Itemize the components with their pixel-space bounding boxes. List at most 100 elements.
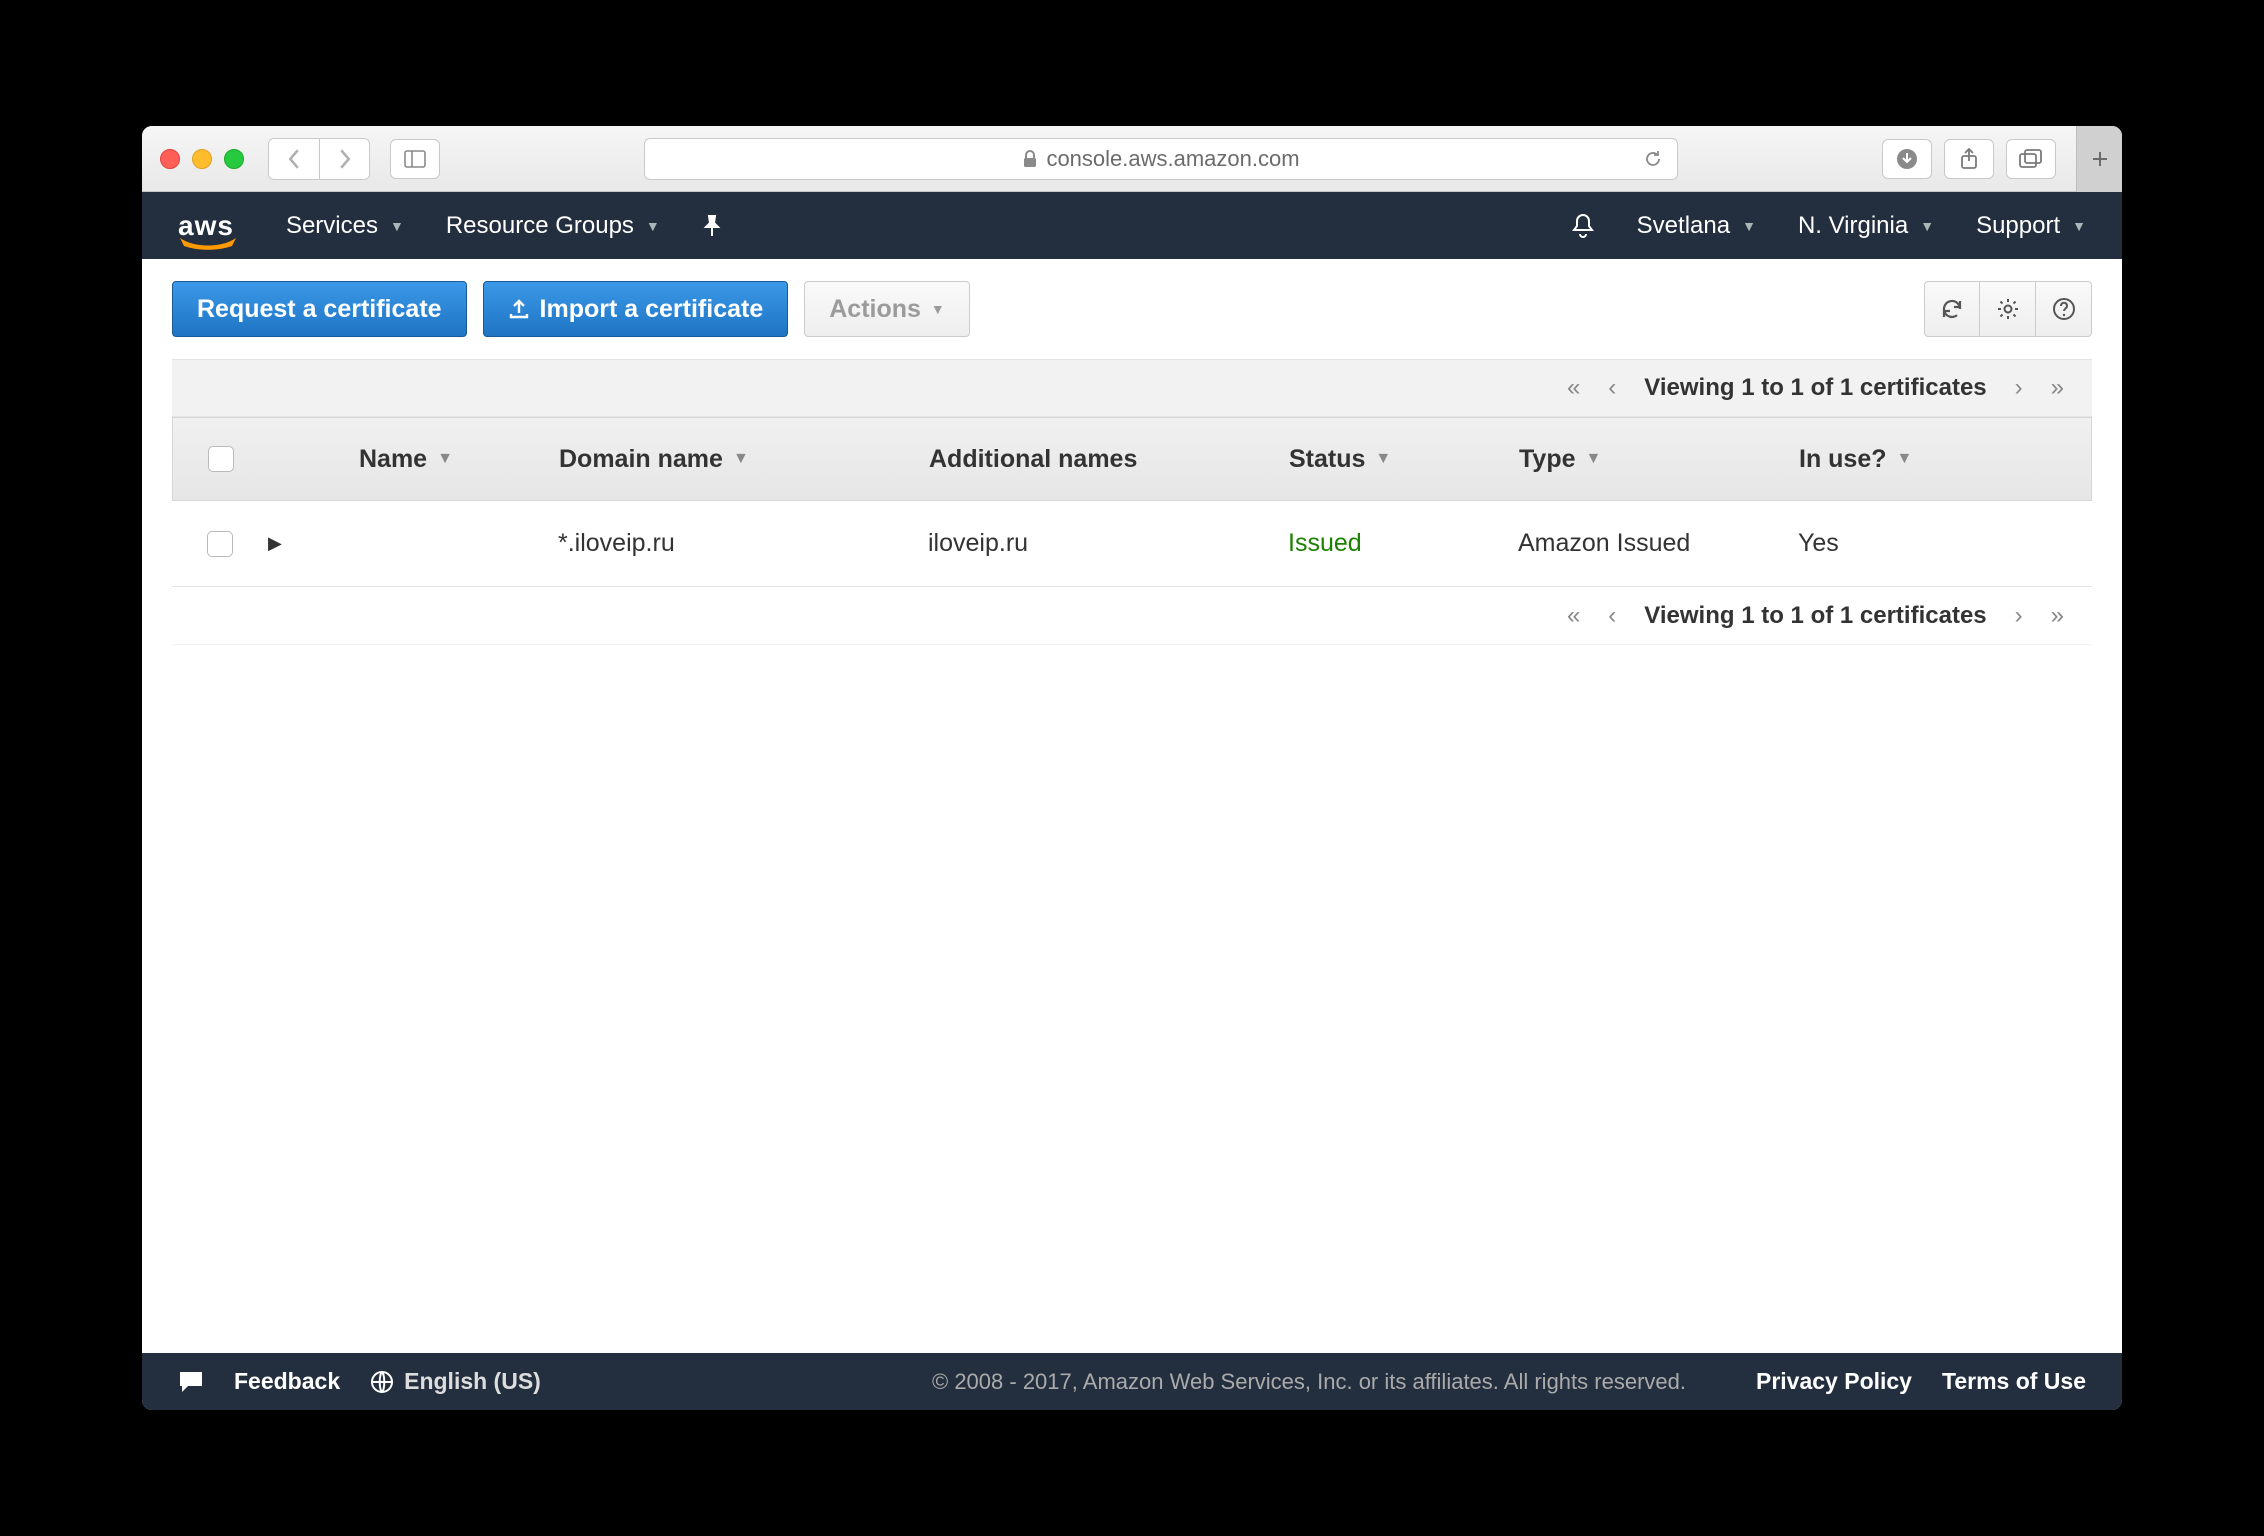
language-selector[interactable]: English (US) — [370, 1368, 541, 1395]
col-inuse-header[interactable]: In use? ▼ — [1793, 445, 2091, 474]
pager-top: « ‹ Viewing 1 to 1 of 1 certificates › » — [172, 359, 2092, 417]
support-menu[interactable]: Support ▼ — [1976, 212, 2086, 240]
aws-footer: Feedback English (US) © 2008 - 2017, Ama… — [142, 1353, 2122, 1410]
lock-icon — [1022, 150, 1038, 168]
back-button[interactable] — [269, 139, 319, 179]
new-tab-button[interactable] — [2076, 126, 2122, 192]
first-page-button[interactable]: « — [1567, 374, 1580, 402]
cell-status: Issued — [1282, 529, 1512, 558]
sort-icon: ▼ — [1375, 450, 1391, 468]
close-window-button[interactable] — [160, 149, 180, 169]
col-status-header[interactable]: Status ▼ — [1283, 445, 1513, 474]
last-page-button[interactable]: » — [2051, 602, 2064, 630]
copyright-text: © 2008 - 2017, Amazon Web Services, Inc.… — [932, 1369, 1686, 1395]
import-certificate-label: Import a certificate — [540, 295, 764, 324]
pin-button[interactable] — [702, 215, 722, 237]
sort-icon: ▼ — [437, 450, 453, 468]
cell-additional: iloveip.ru — [922, 529, 1282, 558]
pager-text: Viewing 1 to 1 of 1 certificates — [1644, 602, 1986, 630]
request-certificate-label: Request a certificate — [197, 295, 442, 324]
col-name-label: Name — [359, 445, 427, 474]
reload-icon[interactable] — [1643, 149, 1663, 169]
caret-down-icon: ▼ — [646, 218, 660, 234]
nav-buttons — [268, 138, 370, 180]
col-domain-header[interactable]: Domain name ▼ — [553, 445, 923, 474]
browser-window: console.aws.amazon.com aws Servi — [142, 126, 2122, 1410]
col-status-label: Status — [1289, 445, 1365, 474]
col-additional-label: Additional names — [929, 445, 1137, 474]
actions-label: Actions — [829, 295, 921, 324]
last-page-button[interactable]: » — [2051, 374, 2064, 402]
prev-page-button[interactable]: ‹ — [1608, 602, 1616, 630]
caret-down-icon: ▼ — [1920, 218, 1934, 234]
minimize-window-button[interactable] — [192, 149, 212, 169]
import-certificate-button[interactable]: Import a certificate — [483, 281, 789, 337]
help-button[interactable] — [2036, 281, 2092, 337]
window-controls — [160, 149, 244, 169]
notifications-button[interactable] — [1571, 213, 1595, 239]
forward-button[interactable] — [319, 139, 369, 179]
upload-icon — [508, 298, 530, 320]
select-all-cell — [173, 446, 263, 472]
globe-icon — [370, 1370, 394, 1394]
privacy-link[interactable]: Privacy Policy — [1756, 1368, 1912, 1395]
maximize-window-button[interactable] — [224, 149, 244, 169]
cell-inuse: Yes — [1792, 529, 2092, 558]
caret-down-icon: ▼ — [2072, 218, 2086, 234]
empty-area — [142, 645, 2122, 1353]
col-inuse-label: In use? — [1799, 445, 1887, 474]
resource-groups-menu[interactable]: Resource Groups ▼ — [446, 212, 660, 240]
downloads-button[interactable] — [1882, 139, 1932, 179]
sort-icon: ▼ — [1897, 450, 1913, 468]
select-all-checkbox[interactable] — [208, 446, 234, 472]
col-type-label: Type — [1519, 445, 1576, 474]
feedback-link[interactable]: Feedback — [234, 1368, 340, 1395]
support-label: Support — [1976, 212, 2060, 240]
chrome-right-buttons — [1882, 139, 2056, 179]
share-button[interactable] — [1944, 139, 1994, 179]
tabs-button[interactable] — [2006, 139, 2056, 179]
request-certificate-button[interactable]: Request a certificate — [172, 281, 467, 337]
address-bar[interactable]: console.aws.amazon.com — [644, 138, 1678, 180]
pager-bottom: « ‹ Viewing 1 to 1 of 1 certificates › » — [172, 587, 2092, 645]
toolbar-right — [1924, 281, 2092, 337]
sidebar-toggle-button[interactable] — [390, 139, 440, 179]
next-page-button[interactable]: › — [2015, 374, 2023, 402]
col-type-header[interactable]: Type ▼ — [1513, 445, 1793, 474]
action-toolbar: Request a certificate Import a certifica… — [142, 259, 2122, 359]
caret-down-icon: ▼ — [931, 301, 945, 317]
caret-down-icon: ▼ — [390, 218, 404, 234]
table-header: Name ▼ Domain name ▼ Additional names St… — [172, 417, 2092, 501]
next-page-button[interactable]: › — [2015, 602, 2023, 630]
settings-button[interactable] — [1980, 281, 2036, 337]
aws-topnav: aws Services ▼ Resource Groups ▼ Svetlan… — [142, 192, 2122, 259]
resource-groups-label: Resource Groups — [446, 212, 634, 240]
refresh-button[interactable] — [1924, 281, 1980, 337]
aws-logo[interactable]: aws — [178, 210, 234, 242]
prev-page-button[interactable]: ‹ — [1608, 374, 1616, 402]
expand-row-button[interactable]: ▶ — [268, 533, 282, 554]
actions-dropdown[interactable]: Actions ▼ — [804, 281, 970, 337]
services-label: Services — [286, 212, 378, 240]
sort-icon: ▼ — [1586, 450, 1602, 468]
col-name-header[interactable]: Name ▼ — [353, 445, 553, 474]
services-menu[interactable]: Services ▼ — [286, 212, 404, 240]
row-checkbox[interactable] — [207, 531, 233, 557]
sort-icon: ▼ — [733, 450, 749, 468]
region-menu[interactable]: N. Virginia ▼ — [1798, 212, 1934, 240]
browser-chrome: console.aws.amazon.com — [142, 126, 2122, 192]
col-domain-label: Domain name — [559, 445, 723, 474]
table-row[interactable]: ▶ *.iloveip.ru iloveip.ru Issued Amazon … — [172, 501, 2092, 587]
col-additional-header[interactable]: Additional names — [923, 445, 1283, 474]
user-label: Svetlana — [1637, 212, 1730, 240]
user-menu[interactable]: Svetlana ▼ — [1637, 212, 1756, 240]
caret-down-icon: ▼ — [1742, 218, 1756, 234]
terms-link[interactable]: Terms of Use — [1942, 1368, 2086, 1395]
first-page-button[interactable]: « — [1567, 602, 1580, 630]
cell-domain: *.iloveip.ru — [552, 529, 922, 558]
url-text: console.aws.amazon.com — [1046, 146, 1299, 172]
row-expand-cell: ▶ — [262, 533, 352, 554]
row-select-cell — [172, 531, 262, 557]
feedback-icon — [178, 1370, 204, 1394]
cell-type: Amazon Issued — [1512, 529, 1792, 558]
